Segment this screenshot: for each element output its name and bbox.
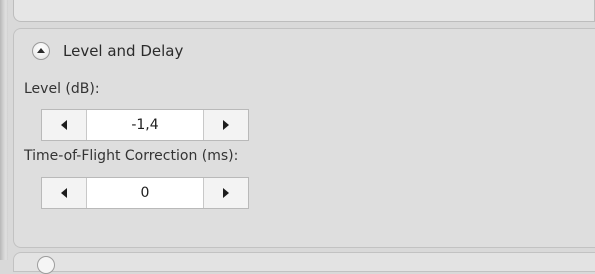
tof-stepper: 0 [41, 177, 249, 209]
chevron-up-icon [37, 48, 45, 53]
level-decrement-button[interactable] [42, 110, 86, 140]
arrow-right-icon [223, 120, 230, 130]
section-title: Level and Delay [63, 42, 184, 60]
arrow-left-icon [60, 188, 67, 198]
level-stepper: -1,4 [41, 109, 249, 141]
tof-value-input[interactable]: 0 [85, 178, 205, 208]
section-header[interactable]: Level and Delay [32, 39, 183, 63]
level-label: Level (dB): [24, 81, 100, 97]
arrow-left-icon [60, 120, 67, 130]
level-and-delay-panel: Level and Delay Level (dB): -1,4 Time-of… [13, 28, 595, 248]
level-value-input[interactable]: -1,4 [85, 110, 205, 140]
tof-decrement-button[interactable] [42, 178, 86, 208]
sidebar-rail [0, 0, 8, 260]
collapse-toggle-button[interactable] [32, 42, 50, 60]
tof-label: Time-of-Flight Correction (ms): [24, 148, 239, 164]
next-section-panel [13, 252, 595, 274]
next-section-toggle-icon[interactable] [37, 256, 55, 274]
arrow-right-icon [223, 188, 230, 198]
previous-section-panel [13, 0, 595, 22]
level-increment-button[interactable] [204, 110, 248, 140]
tof-increment-button[interactable] [204, 178, 248, 208]
